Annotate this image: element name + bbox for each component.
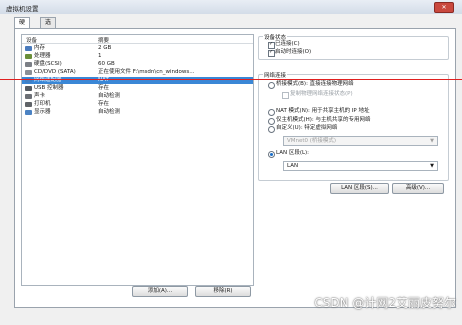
- sound-icon: [25, 94, 32, 99]
- custom-network-select[interactable]: VMnet0 (桥接模式) ▼: [283, 136, 438, 146]
- device-row[interactable]: 内存 2 GB: [22, 45, 253, 52]
- custom-label: 自定义(U): 特定虚拟网络: [276, 125, 338, 131]
- device-list[interactable]: 设备 摘要 内存 2 GB 处理器 1 硬盘(SCSI) 60 GB CD/DVD (SAT…: [21, 34, 254, 286]
- device-list-header: 设备 摘要: [22, 35, 253, 44]
- column-summary: 摘要: [98, 38, 110, 44]
- red-guide-line: [0, 79, 462, 80]
- watermark: CSDN @计网2艾丽皮努尔: [314, 296, 456, 310]
- connected-label: 已连接(C): [275, 41, 300, 47]
- lan-segment-label: LAN 区段(L):: [276, 150, 310, 156]
- bridged-label: 桥接模式(B): 直接连接物理网络: [276, 81, 354, 87]
- bridged-radio[interactable]: [268, 82, 275, 89]
- chevron-down-icon: ▼: [430, 163, 434, 169]
- vm-settings-window: 虚拟机设置 ✕ 硬件 选项 设备 摘要 内存2 GB处理器1硬盘(SCSI)60…: [0, 0, 462, 325]
- printer-icon: [25, 102, 32, 107]
- tab-options[interactable]: 选项: [40, 17, 57, 36]
- device-name: 打印机: [34, 101, 51, 107]
- host-only-radio[interactable]: [268, 118, 275, 125]
- window-title: 虚拟机设置: [6, 5, 39, 13]
- device-summary: 存在: [98, 101, 110, 107]
- network-connection-title: 网络连接: [263, 71, 288, 79]
- usb-icon: [25, 86, 32, 91]
- custom-radio[interactable]: [268, 126, 275, 133]
- device-summary: 自动检测: [98, 109, 121, 115]
- device-summary: 存在: [98, 85, 110, 91]
- device-summary: 2 GB: [98, 45, 112, 51]
- device-row[interactable]: 硬盘(SCSI) 60 GB: [22, 61, 253, 68]
- network-connection-group: 网络连接 桥接模式(B): 直接连接物理网络 复制物理网络连接状态(P) NAT…: [258, 71, 449, 181]
- lan-segments-button[interactable]: LAN 区段(S)...: [330, 183, 389, 194]
- connected-checkbox[interactable]: [268, 41, 275, 49]
- device-row[interactable]: 打印机 存在: [22, 101, 253, 108]
- host-only-label: 仅主机模式(H): 与主机共享的专用网络: [276, 117, 371, 123]
- device-row[interactable]: 声卡 自动检测: [22, 93, 253, 100]
- add-button[interactable]: 添加(A)...: [132, 286, 188, 297]
- device-summary: 自动检测: [98, 93, 121, 99]
- device-summary: 1: [98, 53, 102, 59]
- device-name: 硬盘(SCSI): [34, 61, 62, 67]
- connect-at-power-on-checkbox[interactable]: [268, 49, 275, 57]
- device-row[interactable]: CD/DVD (SATA) 正在使用文件 F:\msdn\cn_windows..…: [22, 69, 253, 76]
- device-name: CD/DVD (SATA): [34, 69, 76, 75]
- device-name: 声卡: [34, 93, 46, 99]
- connect-at-power-on-label: 启动时连接(O): [275, 49, 312, 55]
- device-summary: 正在使用文件 F:\msdn\cn_windows...: [98, 69, 195, 75]
- lan-segment-value: LAN: [287, 163, 299, 169]
- disk-icon: [25, 62, 32, 67]
- device-name: 显示器: [34, 109, 51, 115]
- chevron-down-icon: ▼: [430, 138, 434, 144]
- replicate-checkbox[interactable]: [282, 92, 289, 99]
- device-row[interactable]: 显示器 自动检测: [22, 109, 253, 116]
- memory-icon: [25, 46, 32, 51]
- nat-label: NAT 模式(N): 用于共享主机的 IP 地址: [276, 108, 370, 114]
- cd-icon: [25, 70, 32, 75]
- close-button[interactable]: ✕: [434, 2, 454, 13]
- device-summary: 60 GB: [98, 61, 115, 67]
- remove-button[interactable]: 移除(R): [195, 286, 251, 297]
- device-status-group: 设备状态 已连接(C) 启动时连接(O): [258, 33, 449, 60]
- device-row[interactable]: USB 控制器 存在: [22, 85, 253, 92]
- advanced-button[interactable]: 高级(V)...: [392, 183, 444, 194]
- cpu-icon: [25, 54, 32, 59]
- device-status-title: 设备状态: [263, 33, 288, 41]
- title-bar: 虚拟机设置 ✕: [0, 0, 462, 14]
- column-device: 设备: [26, 38, 38, 44]
- replicate-label: 复制物理网络连接状态(P): [290, 91, 353, 97]
- device-name: USB 控制器: [34, 85, 64, 91]
- device-row[interactable]: 处理器 1: [22, 53, 253, 60]
- lan-segment-radio[interactable]: [268, 151, 275, 158]
- display-icon: [25, 110, 32, 115]
- device-name: 处理器: [34, 53, 51, 59]
- hardware-panel: 设备 摘要 内存 2 GB 处理器 1 硬盘(SCSI) 60 GB CD/DVD (SAT…: [14, 28, 456, 308]
- lan-segment-select[interactable]: LAN ▼: [283, 161, 438, 171]
- device-name: 内存: [34, 45, 46, 51]
- custom-network-value: VMnet0 (桥接模式): [287, 138, 337, 144]
- close-icon: ✕: [441, 4, 447, 11]
- nat-radio[interactable]: [268, 109, 275, 116]
